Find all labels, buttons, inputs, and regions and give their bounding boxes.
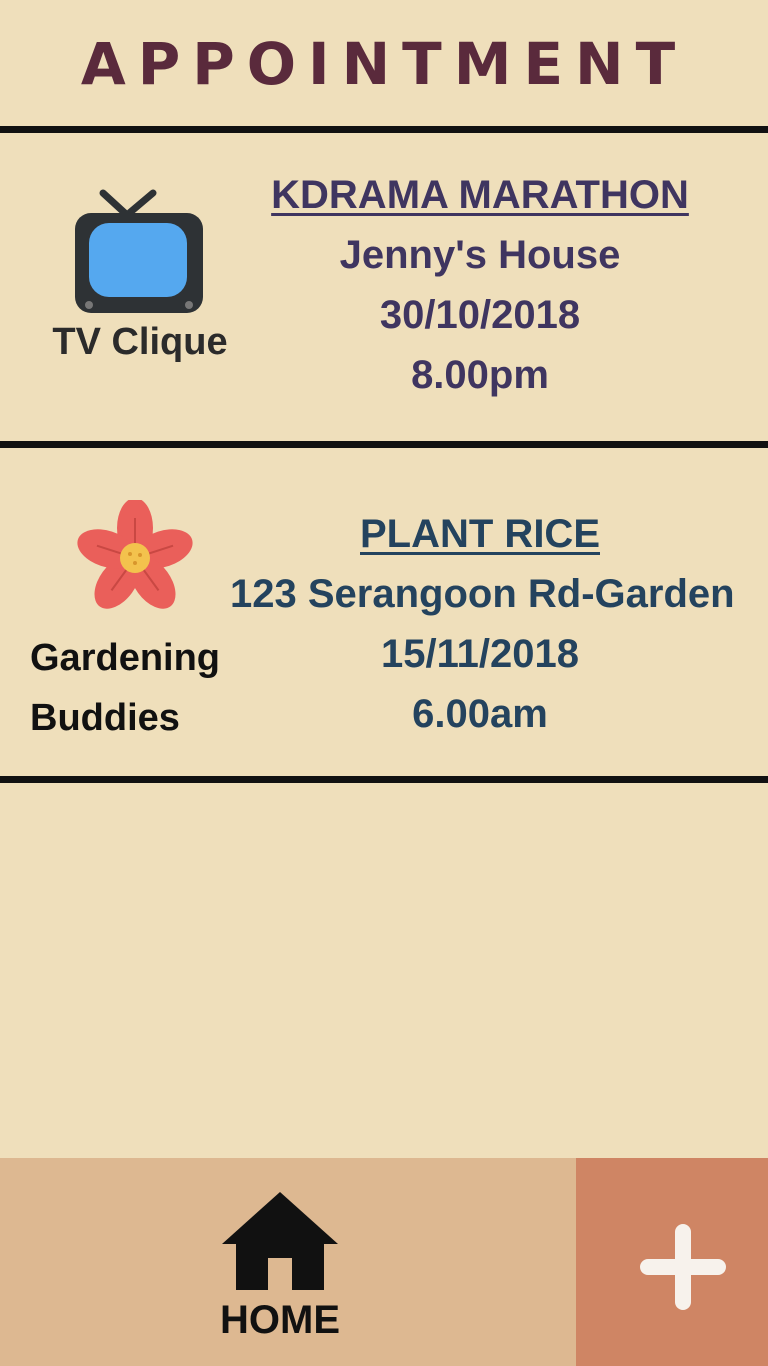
group-tv-clique[interactable]: TV Clique — [30, 185, 250, 364]
group-name: TV Clique — [52, 321, 228, 363]
event-time: 6.00am — [412, 692, 548, 736]
event-date: 15/11/2018 — [381, 632, 579, 676]
divider-middle — [0, 441, 768, 448]
event-location: 123 Serangoon Rd-Garden — [230, 572, 735, 616]
divider-bottom — [0, 776, 768, 783]
group-name-line-2: Buddies — [30, 697, 180, 739]
event-location: Jenny's House — [339, 233, 621, 277]
flower-icon — [77, 500, 193, 609]
add-appointment-button[interactable] — [576, 1158, 768, 1366]
home-icon — [222, 1192, 338, 1290]
event-name-link[interactable]: KDRAMA MARATHON — [230, 165, 730, 225]
plus-icon — [640, 1224, 726, 1310]
event-details: PLANT RICE 123 Serangoon Rd-Garden 15/11… — [230, 504, 735, 744]
group-name-line-1: Gardening — [30, 637, 221, 679]
event-name-link[interactable]: PLANT RICE — [230, 504, 730, 564]
event-details: KDRAMA MARATHON Jenny's House 30/10/2018… — [230, 165, 730, 405]
event-time: 8.00pm — [411, 353, 549, 397]
divider-top — [0, 126, 768, 133]
home-label: HOME — [220, 1298, 340, 1342]
appointment-card-tv-clique[interactable]: TV Clique KDRAMA MARATHON Jenny's House … — [0, 133, 768, 441]
appointment-card-gardening-buddies[interactable]: Gardening Buddies PLANT RICE 123 Serango… — [0, 448, 768, 776]
group-gardening-buddies[interactable]: Gardening Buddies — [30, 500, 230, 748]
tv-icon — [75, 189, 203, 313]
bottom-nav: HOME — [0, 1158, 768, 1366]
page-title: APPOINTMENT — [80, 30, 688, 98]
event-date: 30/10/2018 — [379, 293, 581, 337]
home-button[interactable]: HOME — [0, 1158, 576, 1366]
